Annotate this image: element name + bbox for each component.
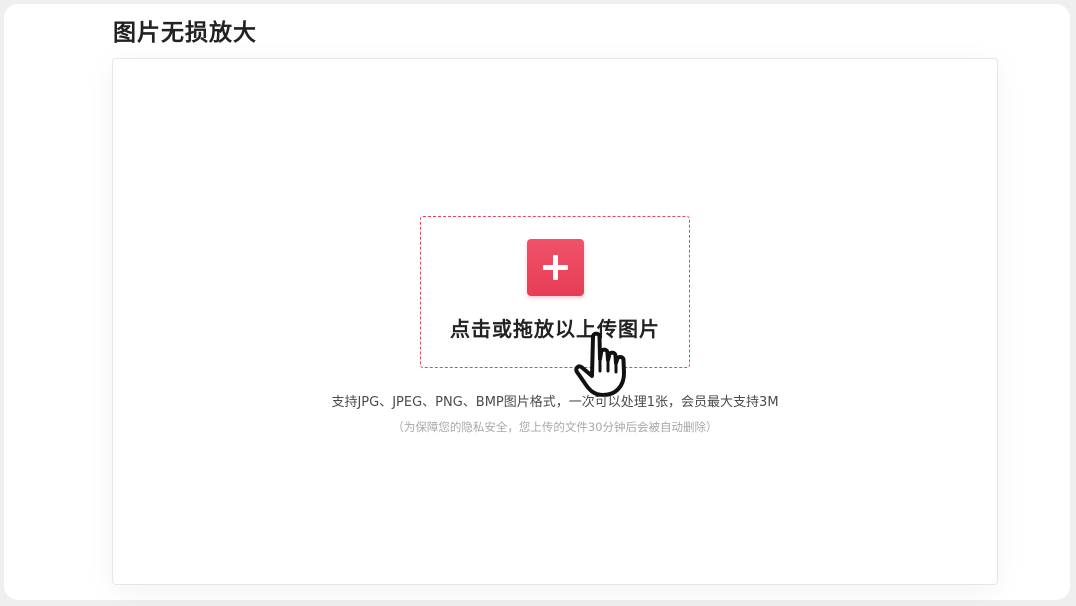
drop-zone-label: 点击或拖放以上传图片 [450,317,660,341]
drop-zone[interactable]: 点击或拖放以上传图片 [420,216,690,368]
add-image-button[interactable] [527,239,584,296]
app-frame: 图片无损放大 点击或拖放以上传图片 支持JPG、JPEG、PNG、BMP图片格式… [4,4,1070,600]
plus-icon [543,255,568,280]
upload-panel[interactable]: 点击或拖放以上传图片 支持JPG、JPEG、PNG、BMP图片格式，一次可以处理… [112,58,998,585]
privacy-note: （为保障您的隐私安全，您上传的文件30分钟后会被自动删除） [392,420,718,434]
supported-formats-text: 支持JPG、JPEG、PNG、BMP图片格式，一次可以处理1张，会员最大支持3M [331,395,779,410]
page-title: 图片无损放大 [113,20,257,46]
